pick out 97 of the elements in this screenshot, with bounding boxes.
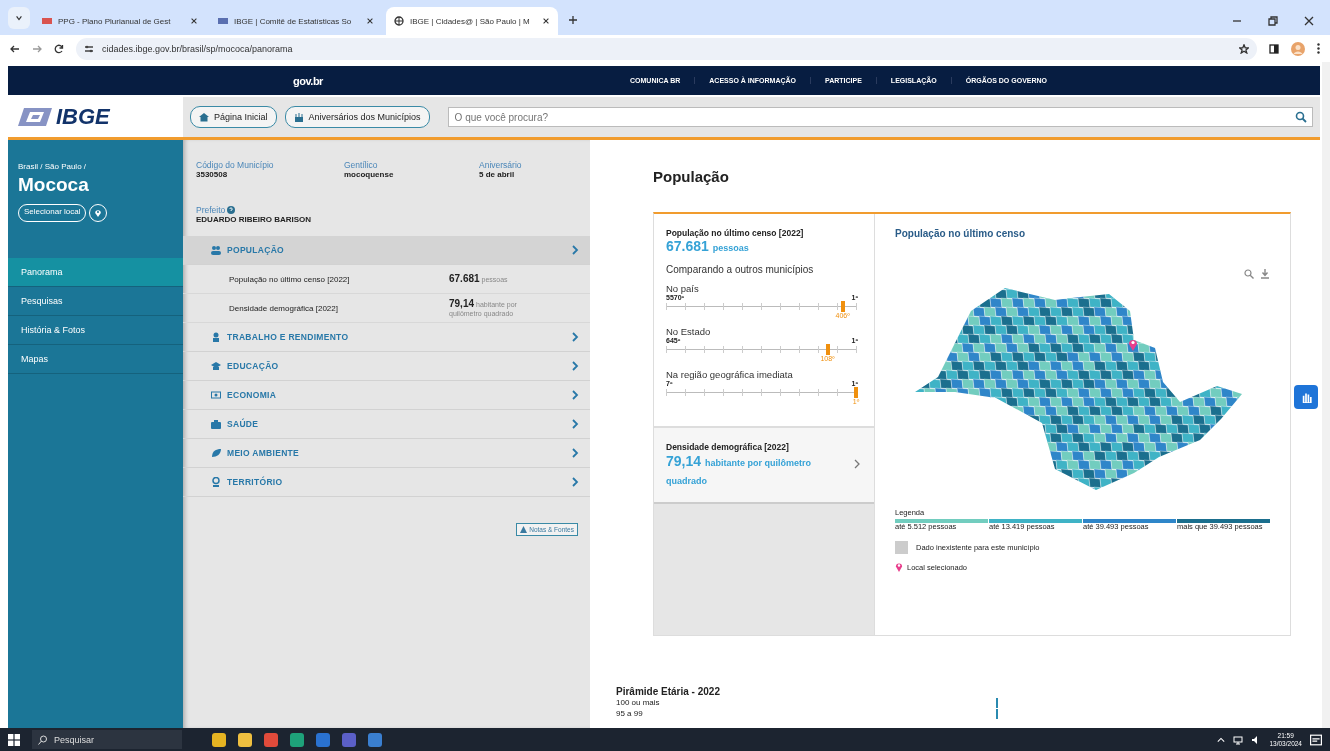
chevron-right-icon <box>570 361 580 371</box>
accessibility-button[interactable] <box>1294 385 1318 409</box>
topic-row[interactable]: TERRITÓRIO <box>183 468 590 497</box>
legend-swatch <box>895 541 908 555</box>
map-title: População no último censo <box>895 228 1026 239</box>
taskbar-app-icon[interactable] <box>368 732 382 747</box>
chevron-up-icon[interactable] <box>1217 735 1226 744</box>
banknote-icon <box>211 390 221 400</box>
topic-row[interactable]: EDUCAÇÃO <box>183 352 590 381</box>
indicator-label[interactable]: Densidade demográfica [2022] <box>229 303 449 313</box>
field-label: Aniversário <box>479 160 523 170</box>
home-icon <box>199 112 209 122</box>
star-icon[interactable] <box>1239 43 1249 54</box>
close-icon[interactable] <box>542 17 550 25</box>
ibge-logo-icon[interactable] <box>18 108 52 126</box>
browser-tab[interactable]: IBGE | Cidades@ | São Paulo | M <box>386 7 558 35</box>
help-icon[interactable] <box>227 206 236 214</box>
chevron-right-icon[interactable] <box>852 459 862 470</box>
comparison-heading: Comparando a outros municípios <box>666 264 815 275</box>
gov-logo[interactable]: gov.br <box>8 74 588 87</box>
breadcrumb[interactable]: Brasil / São Paulo / <box>18 162 173 171</box>
home-button[interactable]: Página Inicial <box>190 106 277 128</box>
close-icon[interactable] <box>1304 16 1314 26</box>
close-icon[interactable] <box>366 17 374 25</box>
chevron-right-icon <box>570 390 580 400</box>
close-icon[interactable] <box>190 17 198 25</box>
ranking-label: Na região geográfica imediata <box>666 369 794 380</box>
back-arrow-icon[interactable] <box>10 43 20 54</box>
site-settings-icon <box>84 43 94 54</box>
browser-tab[interactable]: PPG - Plano Plurianual de Gest <box>34 7 206 35</box>
topic-row[interactable]: TRABALHO E RENDIMENTO <box>183 323 590 352</box>
browser-tab[interactable]: IBGE | Comitê de Estatísticas So <box>210 7 382 35</box>
topic-row[interactable]: ECONOMIA <box>183 381 590 410</box>
reload-icon[interactable] <box>54 43 64 54</box>
age-group-label: 100 ou mais <box>616 698 661 707</box>
field-value: 5 de abril <box>479 170 516 179</box>
density-card[interactable]: Densidade demográfica [2022] 79,14 habitante por quilômetro quadrado <box>654 426 874 505</box>
ibge-logo[interactable]: IBGE <box>56 104 110 130</box>
chevron-right-icon <box>570 448 580 458</box>
topic-row[interactable]: MEIO AMBIENTE <box>183 439 590 468</box>
search-icon <box>38 734 48 745</box>
side-panel-icon <box>1269 43 1279 54</box>
search-icon[interactable] <box>1295 111 1307 123</box>
menu-icon[interactable] <box>1317 43 1320 54</box>
warning-icon <box>520 526 528 533</box>
indicator-value: 79,14 habitante por quilômetro quadrado <box>666 452 812 489</box>
windows-start-icon <box>8 733 20 746</box>
person-icon <box>211 332 221 342</box>
indicator-title: Densidade demográfica [2022] <box>666 442 790 452</box>
forward-arrow-icon[interactable] <box>32 43 42 54</box>
globe-icon <box>394 16 404 26</box>
age-group-label: 95 a 99 <box>616 709 644 718</box>
taskbar-app-icon[interactable] <box>290 732 304 747</box>
field-label: Código do Município <box>196 160 275 170</box>
city-name: Mococa <box>18 174 90 196</box>
field-value: 3530508 <box>196 170 229 179</box>
url-text: cidades.ibge.gov.br/brasil/sp/mococa/panorama <box>102 43 293 54</box>
download-icon <box>1260 269 1270 279</box>
notification-icon <box>1310 733 1322 746</box>
location-pin-icon <box>895 562 903 573</box>
restore-icon[interactable] <box>1268 16 1278 26</box>
leaf-icon <box>211 448 221 458</box>
chart-title: Pirâmide Etária - 2022 <box>616 686 721 697</box>
taskbar-app-icon[interactable] <box>264 732 278 747</box>
ranking-label: No país <box>666 283 700 294</box>
chevron-down-icon <box>15 14 23 22</box>
zoom-icon <box>1244 269 1254 279</box>
address-bar[interactable]: cidades.ibge.gov.br/brasil/sp/mococa/panorama <box>76 37 1257 60</box>
people-icon <box>211 245 221 255</box>
chart-favicon-icon <box>218 16 228 26</box>
anniversaries-button[interactable]: Aniversários dos Municípios <box>284 106 430 128</box>
indicator-label[interactable]: População no último censo [2022] <box>229 274 449 284</box>
ranking-label: No Estado <box>666 326 712 337</box>
search-field[interactable]: O que você procura? <box>447 107 1313 127</box>
taskbar-search-field[interactable]: Pesquisar <box>32 730 182 749</box>
briefcase-icon <box>211 419 221 429</box>
indicator-value: 67.681 pessoas <box>666 238 750 254</box>
taskbar-app-icon[interactable] <box>238 732 252 747</box>
scrollbar[interactable] <box>1322 62 1330 728</box>
sidebar-item[interactable]: Panorama <box>8 258 183 287</box>
field-value: mocoquense <box>344 170 395 179</box>
indicator-title: População no último censo [2022] <box>666 228 805 238</box>
field-value: EDUARDO RIBEIRO BARISON <box>196 215 313 224</box>
site-favicon-icon <box>42 16 52 26</box>
field-label: Prefeito <box>196 205 226 215</box>
section-title: População <box>653 168 730 185</box>
cake-icon <box>293 112 304 122</box>
new-tab-icon[interactable] <box>568 15 578 25</box>
field-label: Gentílico <box>344 160 379 170</box>
chevron-right-icon <box>570 332 580 342</box>
chevron-right-icon <box>570 245 580 255</box>
network-icon <box>1233 734 1244 745</box>
taskbar-app-icon[interactable] <box>212 732 226 747</box>
location-pin-icon <box>1128 338 1138 351</box>
topic-row[interactable]: SAÚDE <box>183 410 590 439</box>
chevron-right-icon <box>570 419 580 429</box>
chevron-right-icon <box>570 477 580 487</box>
